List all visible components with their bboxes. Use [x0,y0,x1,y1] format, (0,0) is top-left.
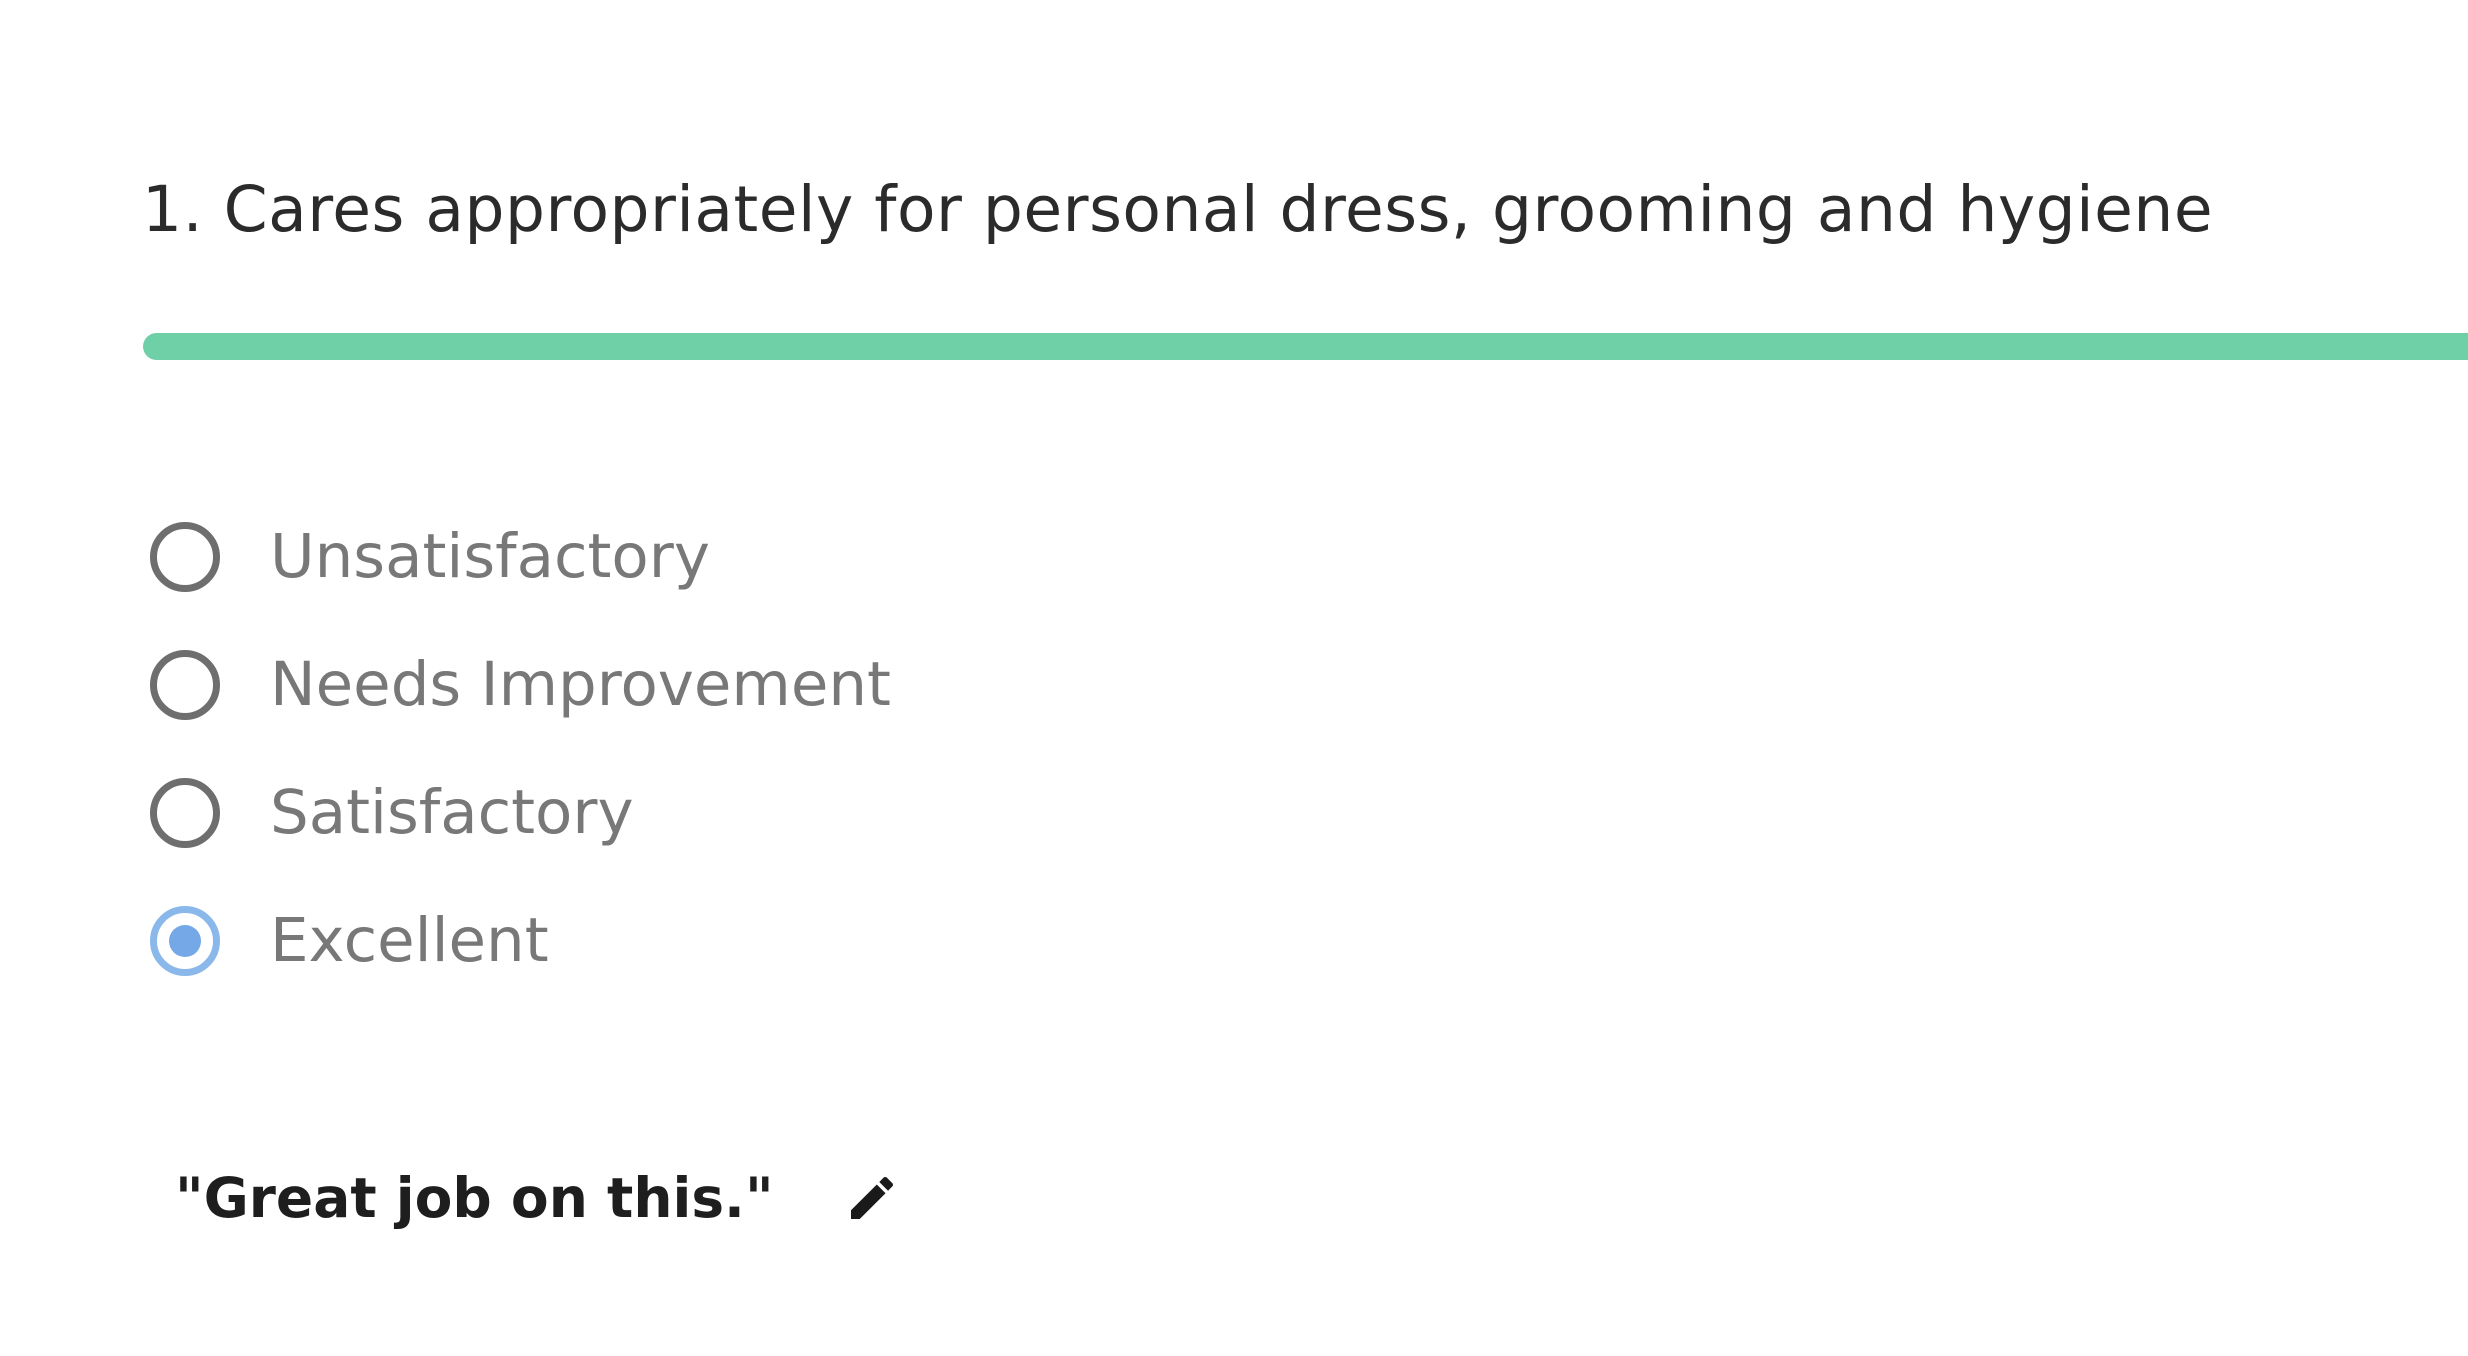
comment-text: "Great job on this." [175,1166,774,1230]
comment-row: "Great job on this." [175,1158,900,1238]
question-text: Cares appropriately for personal dress, … [223,173,2214,246]
progress-bar [143,333,2468,360]
radio-excellent[interactable] [150,906,220,976]
rating-options: Unsatisfactory Needs Improvement Satisfa… [150,512,891,1024]
option-needs-improvement[interactable]: Needs Improvement [150,640,891,768]
radio-unsatisfactory[interactable] [150,522,220,592]
option-unsatisfactory[interactable]: Unsatisfactory [150,512,891,640]
question-title: 1. Cares appropriately for personal dres… [142,165,2213,255]
progress-bar-fill [143,333,2468,360]
option-label: Needs Improvement [270,649,891,720]
radio-satisfactory[interactable] [150,778,220,848]
option-excellent[interactable]: Excellent [150,896,891,1024]
radio-needs-improvement[interactable] [150,650,220,720]
option-label: Unsatisfactory [270,521,710,592]
option-label: Excellent [270,905,549,976]
option-satisfactory[interactable]: Satisfactory [150,768,891,896]
question-number: 1. [142,173,204,246]
option-label: Satisfactory [270,777,634,848]
pencil-icon[interactable] [844,1170,900,1226]
